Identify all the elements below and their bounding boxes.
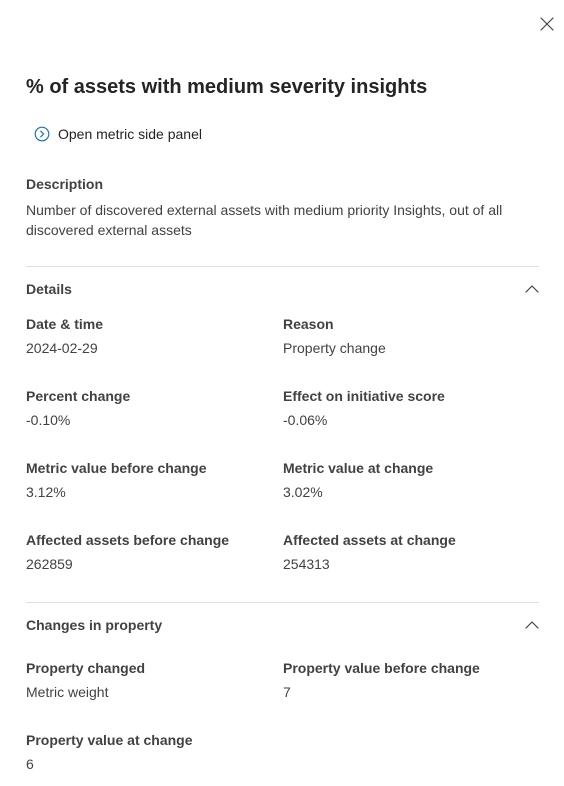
metric-detail-panel: % of assets with medium severity insight… [0, 0, 564, 786]
field-percent-change: Percent change -0.10% [26, 387, 266, 429]
chevron-up-icon[interactable] [524, 281, 540, 297]
field-property-value-at-change: Property value at change 6 [26, 731, 266, 773]
chevron-up-icon[interactable] [524, 617, 540, 633]
field-value: -0.10% [26, 412, 71, 428]
field-value: 7 [283, 684, 291, 700]
open-link-label: Open metric side panel [58, 126, 202, 142]
field-date-time: Date & time 2024-02-29 [26, 315, 266, 357]
chevron-right-circle-icon [34, 126, 50, 142]
description-text: Number of discovered external assets wit… [26, 202, 503, 238]
field-affected-assets-before-change: Affected assets before change 262859 [26, 531, 266, 573]
field-property-changed: Property changed Metric weight [26, 659, 266, 701]
description-label: Description [26, 176, 104, 192]
field-effect-on-initiative-score: Effect on initiative score -0.06% [283, 387, 523, 429]
field-value: 3.02% [283, 484, 323, 500]
panel-title: % of assets with medium severity insight… [26, 76, 428, 98]
close-button[interactable] [536, 13, 558, 35]
field-label: Metric value at change [283, 460, 434, 476]
close-icon [540, 17, 554, 31]
field-reason: Reason Property change [283, 315, 523, 357]
open-metric-side-panel-link[interactable]: Open metric side panel [34, 125, 202, 143]
field-value: 262859 [26, 556, 73, 572]
details-header-label: Details [26, 281, 72, 297]
divider [26, 602, 539, 603]
field-label: Affected assets at change [283, 532, 456, 548]
field-label: Property changed [26, 660, 146, 676]
field-metric-value-at-change: Metric value at change 3.02% [283, 459, 523, 501]
field-label: Property value at change [26, 732, 193, 748]
field-label: Metric value before change [26, 460, 207, 476]
field-label: Effect on initiative score [283, 388, 445, 404]
changes-header-label: Changes in property [26, 617, 163, 633]
field-value: -0.06% [283, 412, 328, 428]
field-label: Percent change [26, 388, 131, 404]
field-property-value-before-change: Property value before change 7 [283, 659, 523, 701]
field-value: 6 [26, 756, 34, 772]
field-value: Metric weight [26, 684, 109, 700]
changes-section-header[interactable]: Changes in property [26, 615, 539, 635]
field-label: Affected assets before change [26, 532, 230, 548]
details-section-header[interactable]: Details [26, 279, 539, 299]
field-affected-assets-at-change: Affected assets at change 254313 [283, 531, 523, 573]
divider [26, 266, 539, 267]
field-metric-value-before-change: Metric value before change 3.12% [26, 459, 266, 501]
field-label: Reason [283, 316, 334, 332]
field-value: 3.12% [26, 484, 66, 500]
field-value: 254313 [283, 556, 330, 572]
field-label: Date & time [26, 316, 104, 332]
field-label: Property value before change [283, 660, 480, 676]
field-value: 2024-02-29 [26, 340, 98, 356]
field-value: Property change [283, 340, 386, 356]
